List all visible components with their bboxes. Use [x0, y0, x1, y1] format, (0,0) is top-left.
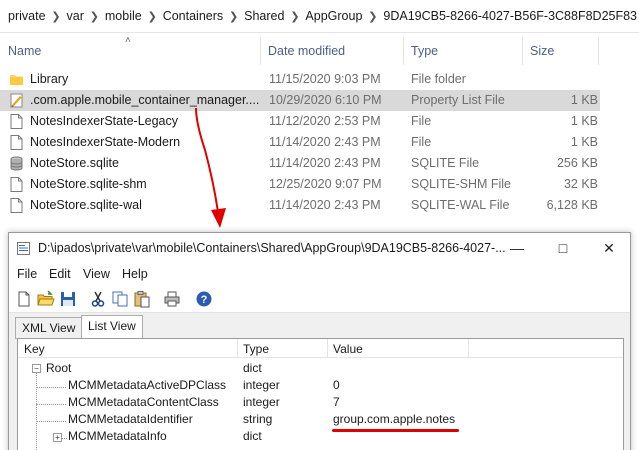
- annotation-arrow: [195, 107, 226, 228]
